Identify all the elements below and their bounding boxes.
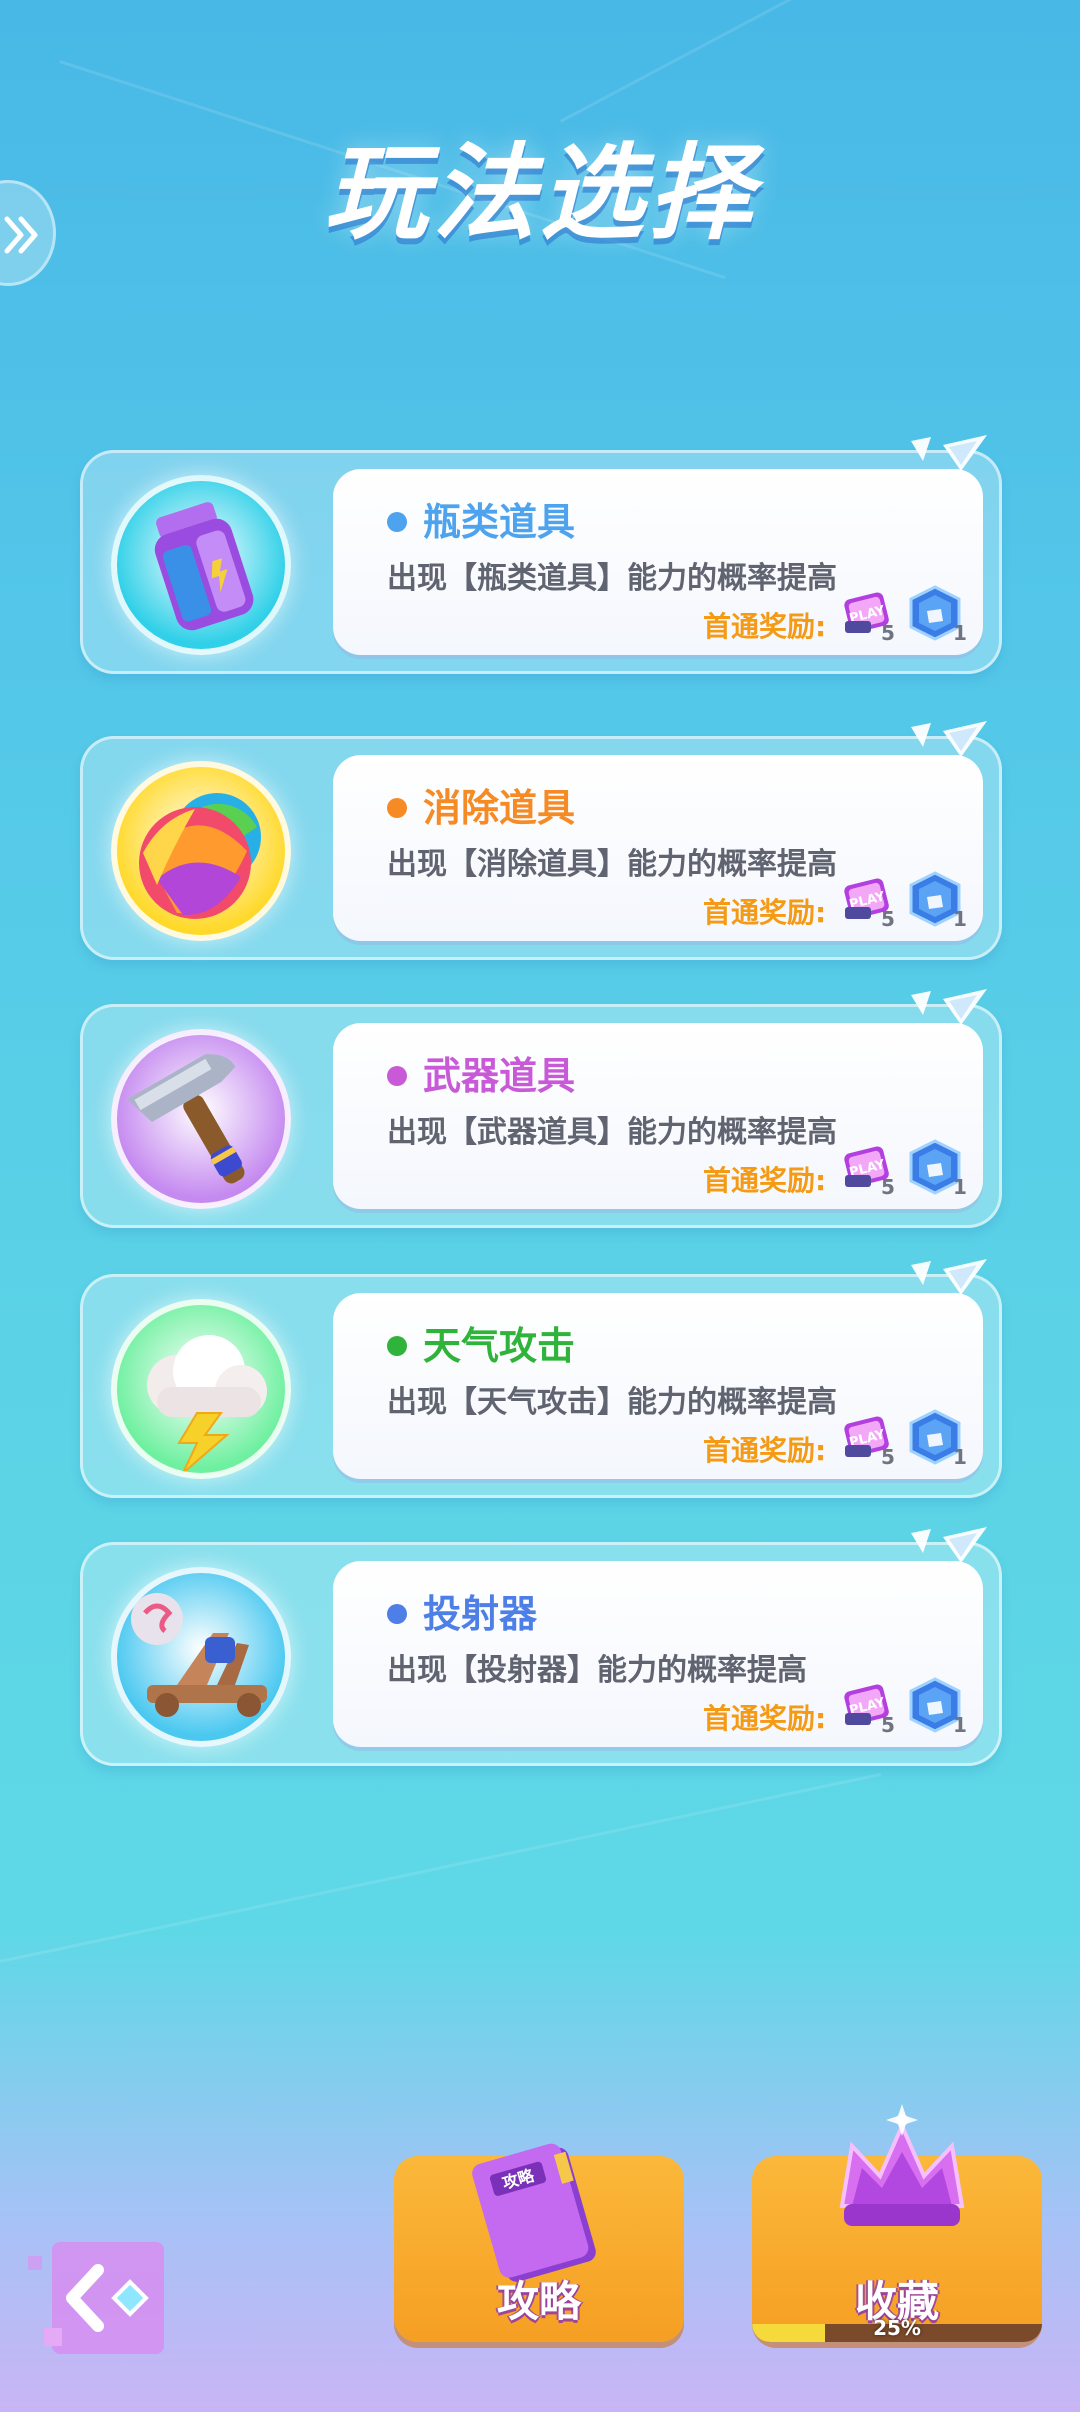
- ball-icon: [139, 793, 261, 919]
- collection-progress-text: 25%: [873, 2316, 921, 2340]
- crown-icon: [839, 2104, 965, 2226]
- category-dot: [387, 1336, 407, 1356]
- guide-button[interactable]: 攻略 攻略: [394, 2143, 684, 2342]
- gem-count: 1: [953, 1445, 967, 1469]
- ticket-count: 5: [881, 1445, 895, 1469]
- mode-info-panel: 投射器 出现【投射器】能力的概率提高 首通奖励: PLAY 5 1: [333, 1561, 983, 1747]
- play-ticket-icon: PLAY 5: [841, 585, 897, 645]
- mode-description: 出现【武器道具】能力的概率提高: [387, 1115, 837, 1150]
- mode-description: 出现【天气攻击】能力的概率提高: [387, 1385, 837, 1420]
- mode-info-panel: 瓶类道具 出现【瓶类道具】能力的概率提高 首通奖励: PLAY 5 1: [333, 469, 983, 655]
- hex-gem-icon: 1: [907, 1137, 967, 1199]
- mode-name: 投射器: [423, 1592, 538, 1636]
- mode-icon-badge: [111, 1299, 291, 1479]
- mode-info-panel: 天气攻击 出现【天气攻击】能力的概率提高 首通奖励: PLAY 5 1: [333, 1293, 983, 1479]
- mode-card-3[interactable]: 武器道具 出现【武器道具】能力的概率提高 首通奖励: PLAY 5 1: [80, 989, 1002, 1228]
- mode-card-1[interactable]: 瓶类道具 出现【瓶类道具】能力的概率提高 首通奖励: PLAY 5 1: [80, 435, 1002, 674]
- gem-count: 1: [953, 907, 967, 931]
- hex-gem-icon: 1: [907, 869, 967, 931]
- category-dot: [387, 1604, 407, 1624]
- mode-name: 瓶类道具: [423, 500, 576, 544]
- play-ticket-icon: PLAY 5: [841, 1139, 897, 1199]
- mode-info-panel: 武器道具 出现【武器道具】能力的概率提高 首通奖励: PLAY 5 1: [333, 1023, 983, 1209]
- first-clear-reward-label: 首通奖励:: [703, 1434, 827, 1467]
- ticket-count: 5: [881, 907, 895, 931]
- mode-description: 出现【瓶类道具】能力的概率提高: [387, 561, 837, 596]
- bottle-icon: [154, 502, 254, 631]
- back-arrow-icon: [28, 2242, 164, 2354]
- mode-icon-badge: [111, 1567, 291, 1747]
- ticket-count: 5: [881, 1175, 895, 1199]
- catapult-icon: [131, 1593, 267, 1717]
- category-dot: [387, 1066, 407, 1086]
- hex-gem-icon: 1: [907, 1407, 967, 1469]
- play-ticket-icon: PLAY 5: [841, 1677, 897, 1737]
- gem-count: 1: [953, 621, 967, 645]
- mode-description: 出现【投射器】能力的概率提高: [387, 1653, 807, 1688]
- first-clear-reward-label: 首通奖励:: [703, 610, 827, 643]
- collection-button[interactable]: 收藏 25%: [752, 2104, 1042, 2342]
- mode-name: 武器道具: [423, 1054, 576, 1098]
- first-clear-reward-label: 首通奖励:: [703, 1164, 827, 1197]
- hex-gem-icon: 1: [907, 583, 967, 645]
- play-ticket-icon: PLAY 5: [841, 871, 897, 931]
- mode-name: 消除道具: [423, 786, 576, 830]
- mode-description: 出现【消除道具】能力的概率提高: [387, 847, 837, 882]
- play-ticket-icon: PLAY 5: [841, 1409, 897, 1469]
- mode-icon-badge: [111, 475, 291, 655]
- mode-icon-badge: [111, 761, 291, 941]
- mode-card-2[interactable]: 消除道具 出现【消除道具】能力的概率提高 首通奖励: PLAY 5 1: [80, 721, 1002, 960]
- guide-label: 攻略: [496, 2277, 581, 2326]
- ticket-count: 5: [881, 621, 895, 645]
- category-dot: [387, 512, 407, 532]
- mode-card-5[interactable]: 投射器 出现【投射器】能力的概率提高 首通奖励: PLAY 5 1: [80, 1527, 1002, 1766]
- first-clear-reward-label: 首通奖励:: [703, 896, 827, 929]
- mode-info-panel: 消除道具 出现【消除道具】能力的概率提高 首通奖励: PLAY 5 1: [333, 755, 983, 941]
- hex-gem-icon: 1: [907, 1675, 967, 1737]
- hammer-icon: [127, 1054, 245, 1184]
- first-clear-reward-label: 首通奖励:: [703, 1702, 827, 1735]
- back-button[interactable]: [22, 2222, 170, 2362]
- category-dot: [387, 798, 407, 818]
- gem-count: 1: [953, 1713, 967, 1737]
- mode-card-4[interactable]: 天气攻击 出现【天气攻击】能力的概率提高 首通奖励: PLAY 5 1: [80, 1259, 1002, 1498]
- page-title: 玩法选择: [323, 132, 756, 254]
- storm-cloud-icon: [147, 1335, 267, 1473]
- mode-name: 天气攻击: [423, 1324, 576, 1368]
- gem-count: 1: [953, 1175, 967, 1199]
- ticket-count: 5: [881, 1713, 895, 1737]
- mode-icon-badge: [111, 1029, 291, 1209]
